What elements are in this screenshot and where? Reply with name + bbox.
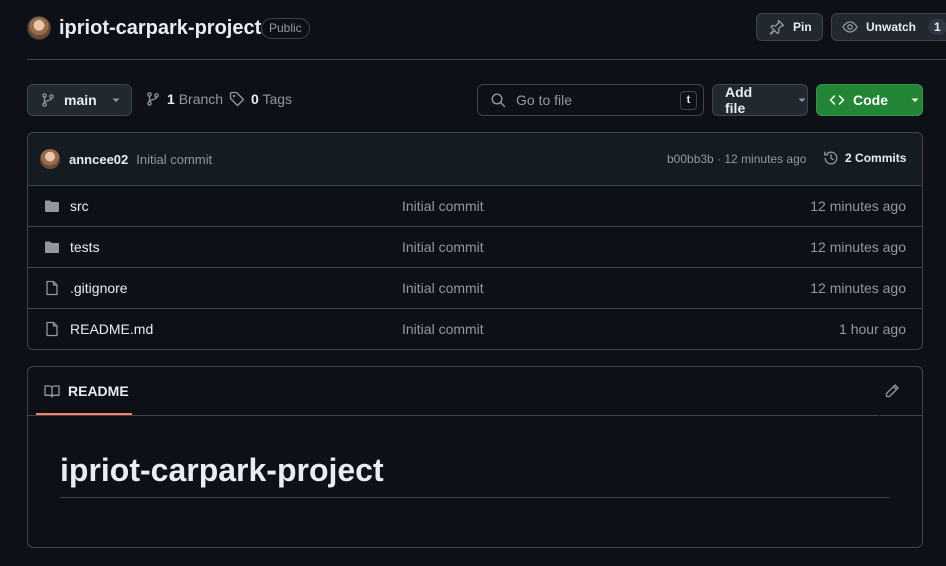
file-commit-message[interactable]: Initial commit — [402, 321, 484, 337]
file-row[interactable]: .gitignore Initial commit 12 minutes ago — [28, 268, 922, 309]
readme-heading: ipriot-carpark-project — [60, 452, 384, 488]
file-name[interactable]: README.md — [70, 321, 153, 337]
active-tab-indicator — [36, 413, 132, 415]
file-name[interactable]: tests — [70, 239, 100, 255]
file-row[interactable]: tests Initial commit 12 minutes ago — [28, 227, 922, 268]
owner-avatar[interactable] — [27, 16, 51, 40]
go-to-file-input[interactable]: Go to file t — [477, 84, 704, 116]
git-branch-icon — [145, 91, 161, 107]
file-row[interactable]: src Initial commit 12 minutes ago — [28, 186, 922, 227]
eye-icon — [842, 19, 858, 35]
readme-tab[interactable]: README — [44, 383, 129, 399]
commits-link[interactable]: 2 Commits — [823, 150, 906, 166]
file-updated-time: 12 minutes ago — [810, 239, 906, 255]
commit-hash-time[interactable]: b00bb3b · 12 minutes ago — [667, 152, 806, 166]
author-avatar[interactable] — [40, 149, 60, 169]
search-icon — [490, 92, 506, 108]
file-updated-time: 12 minutes ago — [810, 198, 906, 214]
pin-label: Pin — [793, 20, 812, 34]
branch-selector[interactable]: main — [27, 84, 132, 116]
caret-down-icon — [910, 95, 920, 105]
commit-message[interactable]: Initial commit — [136, 152, 212, 167]
commits-label: Commits — [855, 151, 907, 165]
code-button[interactable]: Code — [816, 84, 923, 116]
file-commit-message[interactable]: Initial commit — [402, 239, 484, 255]
git-branch-icon — [40, 92, 56, 108]
folder-icon — [44, 239, 60, 255]
tag-label: Tags — [262, 91, 293, 107]
heading-divider — [60, 497, 890, 498]
readme-tab-label: README — [68, 383, 129, 399]
header-divider — [27, 59, 946, 60]
caret-down-icon — [111, 95, 121, 105]
tag-count: 0 — [251, 91, 259, 107]
code-icon — [829, 92, 845, 108]
branches-link[interactable]: 1 Branch — [145, 91, 223, 107]
file-updated-time: 12 minutes ago — [810, 280, 906, 296]
branch-count: 1 — [167, 91, 175, 107]
commit-author[interactable]: anncee02 — [69, 152, 128, 167]
watch-count: 1 — [928, 19, 946, 35]
readme-panel: README ipriot-carpark-project — [27, 366, 923, 548]
pencil-icon[interactable] — [884, 383, 900, 399]
go-to-file-placeholder: Go to file — [516, 92, 573, 108]
file-commit-message[interactable]: Initial commit — [402, 280, 484, 296]
tags-link[interactable]: 0 Tags — [229, 91, 292, 107]
code-label: Code — [853, 92, 888, 108]
add-file-label: Add file — [725, 84, 753, 116]
commits-count: 2 — [845, 151, 852, 165]
file-name[interactable]: .gitignore — [70, 280, 128, 296]
readme-header: README — [28, 367, 922, 416]
file-name[interactable]: src — [70, 198, 89, 214]
branch-name: main — [64, 92, 97, 108]
header-divider — [878, 367, 879, 416]
pin-button[interactable]: Pin — [756, 13, 823, 41]
pin-icon — [769, 19, 785, 35]
keyboard-shortcut-hint: t — [680, 91, 697, 110]
repo-name[interactable]: ipriot-carpark-project — [59, 15, 261, 41]
file-commit-message[interactable]: Initial commit — [402, 198, 484, 214]
visibility-badge: Public — [261, 18, 310, 39]
file-browser: anncee02 Initial commit b00bb3b · 12 min… — [27, 132, 923, 350]
file-updated-time: 1 hour ago — [839, 321, 906, 337]
book-icon — [44, 383, 60, 399]
tag-icon — [229, 91, 245, 107]
unwatch-label: Unwatch — [866, 20, 917, 34]
branch-label: Branch — [178, 91, 224, 107]
file-icon — [44, 280, 60, 296]
file-row[interactable]: README.md Initial commit 1 hour ago — [28, 309, 922, 349]
history-icon — [823, 150, 839, 166]
folder-icon — [44, 198, 60, 214]
unwatch-button[interactable]: Unwatch 1 — [831, 13, 946, 41]
latest-commit-bar: anncee02 Initial commit b00bb3b · 12 min… — [28, 133, 922, 186]
caret-down-icon — [797, 95, 807, 105]
file-icon — [44, 321, 60, 337]
add-file-button[interactable]: Add file — [712, 84, 808, 116]
